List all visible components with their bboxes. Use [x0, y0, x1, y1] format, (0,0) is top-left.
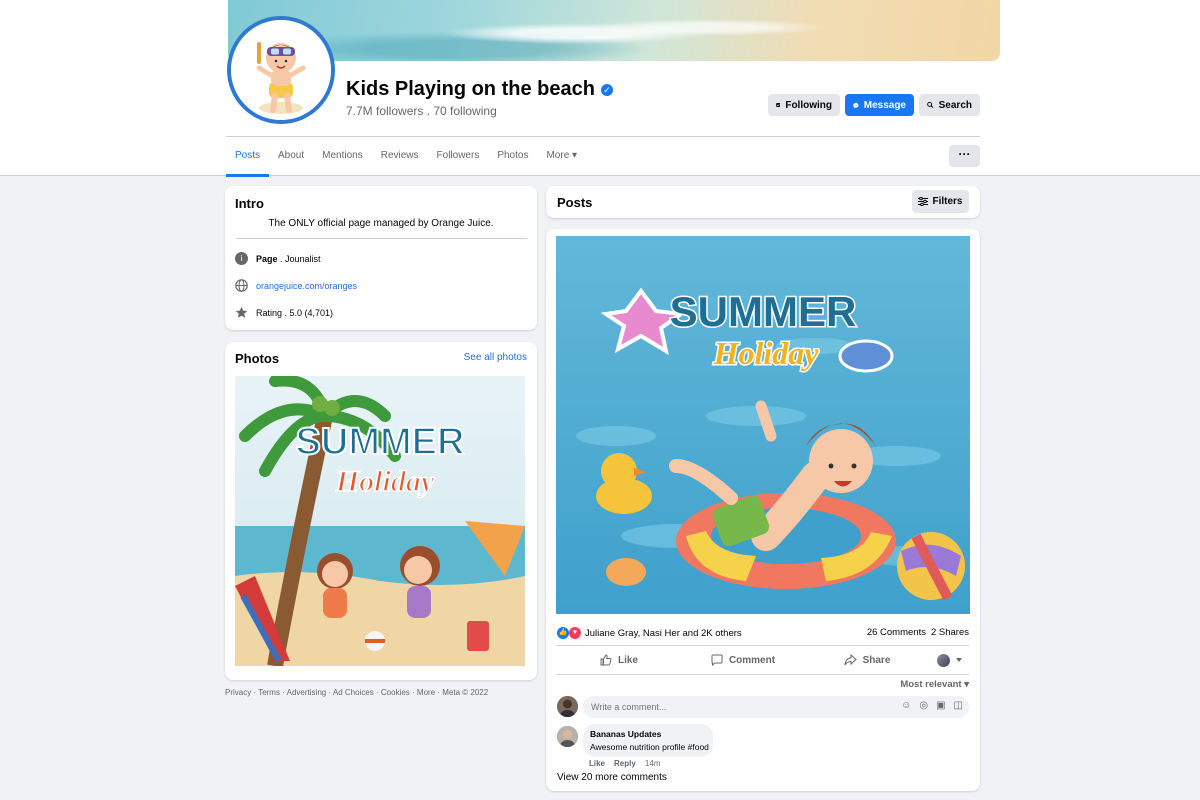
page-name: Kids Playing on the beach [346, 78, 595, 100]
photo-title-line1: SUMMER [296, 421, 465, 463]
thumbs-up-icon [600, 654, 612, 666]
camera-icon[interactable]: ◎ [919, 700, 928, 711]
info-icon: i [235, 252, 248, 265]
comment-actions: Like Reply 14m [589, 759, 660, 768]
rating-text: Rating . 5.0 (4,701) [256, 307, 334, 318]
intro-divider [236, 238, 527, 239]
tab-followers[interactable]: Followers [428, 138, 489, 176]
verified-badge-icon: ✓ [601, 84, 613, 96]
chevron-down-icon [955, 658, 962, 662]
like-reaction-icon: 👍 [557, 627, 569, 639]
photos-title: Photos [235, 351, 280, 366]
message-label: Message [863, 99, 906, 111]
message-button[interactable]: Message [845, 94, 914, 116]
see-all-photos-link[interactable]: See all photos [464, 352, 527, 363]
comment-like-link[interactable]: Like [589, 759, 605, 768]
avatar [936, 653, 950, 667]
comment-button[interactable]: Comment [681, 654, 805, 666]
search-label: Search [938, 99, 972, 111]
comment-timestamp[interactable]: 14m [645, 759, 661, 768]
followers-count[interactable]: 7.7M followers . 70 following [346, 104, 497, 118]
kid-snorkel-illustration [231, 20, 331, 120]
view-more-comments-link[interactable]: View 20 more comments [557, 772, 667, 783]
following-label: Following [785, 99, 832, 111]
sticker-icon[interactable]: ◫ [954, 700, 963, 711]
tab-posts[interactable]: Posts [226, 138, 270, 177]
footer-links[interactable]: Privacy · Terms · Advertising · Ad Choic… [225, 688, 488, 697]
post-image[interactable]: SUMMER Holiday [556, 236, 970, 614]
summer-beach-illustration: SUMMER Holiday [235, 376, 525, 666]
filters-icon [918, 197, 929, 206]
post-title-line2: Holiday [713, 335, 820, 371]
post-divider-bottom [557, 674, 969, 675]
globe-icon [235, 279, 248, 292]
like-button[interactable]: Like [557, 654, 681, 666]
following-button[interactable]: Following [768, 94, 840, 116]
share-label: Share [862, 654, 891, 666]
reactions-summary[interactable]: 👍 ♥ Juliane Gray, Nasi Her and 2K others [557, 627, 742, 639]
photos-card: Photos See all photos SUMMER Holiday [225, 342, 537, 680]
share-icon [844, 654, 857, 666]
tab-mentions[interactable]: Mentions [313, 138, 372, 176]
current-user-avatar[interactable] [557, 696, 578, 717]
website-link[interactable]: orangejuice.com/oranges [256, 281, 357, 291]
comment-icon [711, 654, 723, 666]
tab-about[interactable]: About [269, 138, 313, 176]
comment-label: Comment [728, 654, 776, 666]
share-button[interactable]: Share [805, 654, 929, 666]
filters-button[interactable]: Filters [912, 190, 969, 213]
love-reaction-icon: ♥ [569, 627, 581, 639]
photo-title-line2: Holiday [335, 465, 435, 498]
post-divider-top [557, 645, 969, 646]
like-label: Like [617, 654, 638, 666]
posts-title: Posts [557, 195, 593, 210]
emoji-icon[interactable]: ☺ [901, 700, 911, 711]
filters-label: Filters [932, 196, 963, 207]
page-header: Kids Playing on the beach ✓ 7.7M followe… [0, 0, 1200, 177]
page-tabs: Posts About Mentions Reviews Followers P… [226, 138, 586, 177]
intro-title: Intro [235, 196, 264, 211]
page-label: Page [256, 253, 278, 264]
user-photo-icon [557, 696, 578, 717]
post-card: SUMMER Holiday 👍 ♥ Juliane Gray, Nasi He… [546, 229, 980, 791]
photo-thumbnail[interactable]: SUMMER Holiday [235, 376, 525, 666]
kid-float-illustration: SUMMER Holiday [556, 236, 970, 614]
intro-card: Intro The ONLY official page managed by … [225, 186, 537, 330]
cover-photo[interactable] [228, 0, 1000, 61]
comment-text: Awesome nutrition profile #food [590, 742, 709, 752]
commenter-avatar[interactable] [557, 726, 578, 747]
messenger-icon [853, 102, 859, 108]
tab-photos[interactable]: Photos [488, 138, 537, 176]
comments-count[interactable]: 26 Comments [867, 627, 926, 638]
intro-bio: The ONLY official page managed by Orange… [268, 218, 494, 229]
gif-icon[interactable]: ▣ [936, 700, 945, 711]
intro-rating: Rating . 5.0 (4,701) [235, 306, 333, 319]
comment-author[interactable]: Bananas Updates [590, 729, 706, 739]
comment-input-tools: ☺ ◎ ▣ ◫ [901, 700, 963, 711]
post-title-line1: SUMMER [670, 288, 857, 335]
profile-avatar[interactable] [227, 16, 335, 124]
following-check-icon [776, 103, 781, 107]
search-button[interactable]: Search [919, 94, 980, 116]
audience-selector[interactable] [929, 653, 969, 667]
intro-website: orangejuice.com/oranges [235, 279, 357, 292]
intro-page-category: i Page . Jounalist [235, 252, 321, 265]
tab-reviews[interactable]: Reviews [372, 138, 428, 176]
search-icon [927, 101, 934, 109]
more-options-button[interactable]: ··· [949, 145, 980, 167]
posts-header-card: Posts Filters [546, 186, 980, 218]
post-counts: 26 Comments 2 Shares [867, 627, 969, 638]
header-divider [226, 136, 980, 137]
reactions-text: Juliane Gray, Nasi Her and 2K others [585, 627, 742, 639]
page-category: . Jounalist [277, 253, 321, 264]
shares-count[interactable]: 2 Shares [931, 627, 969, 638]
star-icon [235, 306, 248, 318]
comment-bubble: Bananas Updates Awesome nutrition profil… [583, 724, 713, 757]
commenter-photo-icon [557, 726, 578, 747]
tab-more[interactable]: More ▾ [537, 138, 586, 176]
sort-comments-dropdown[interactable]: Most relevant ▾ [900, 679, 969, 690]
comment-reply-link[interactable]: Reply [614, 759, 636, 768]
post-actions: Like Comment Share [557, 648, 969, 672]
